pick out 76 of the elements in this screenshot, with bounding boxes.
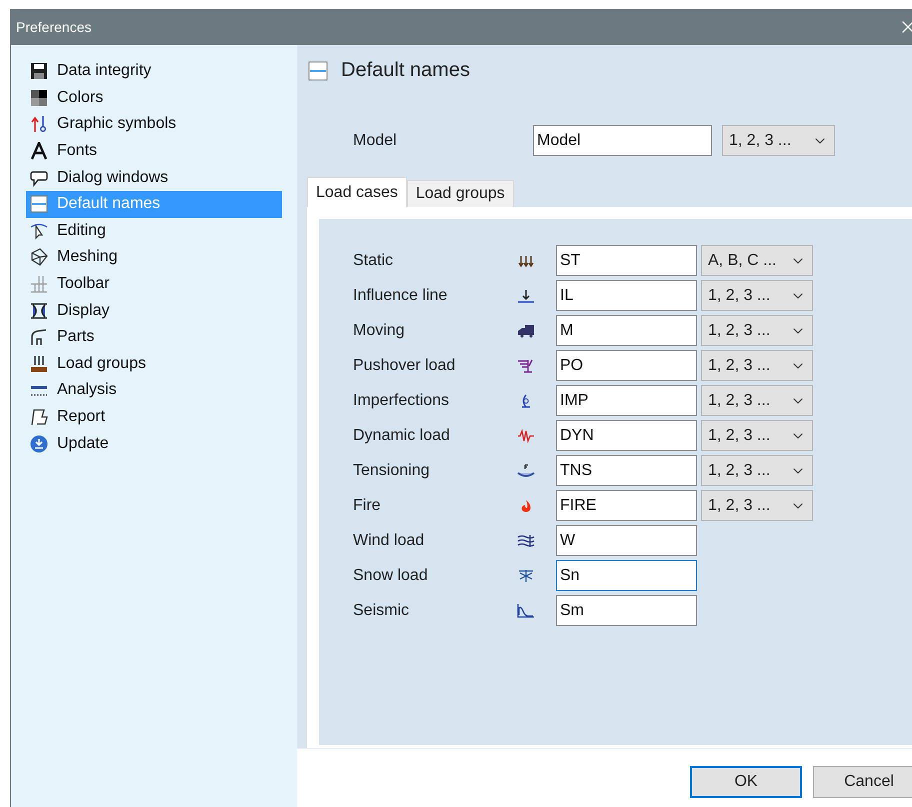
numbering-dropdown[interactable]: 1, 2, 3 ... [701,280,813,312]
input-field[interactable]: Sm [556,595,697,626]
flag-icon [30,408,48,426]
tab[interactable]: Load groups [406,180,514,208]
sidebar-item[interactable]: Load groups [26,350,282,378]
numbering-dropdown[interactable]: 1, 2, 3 ... [701,350,813,382]
field-label: Influence line [353,286,448,305]
input-field[interactable]: Model [533,125,712,156]
field-label: Static [353,252,394,270]
input-field[interactable]: Sn [556,560,697,592]
sidebar-item[interactable]: Data integrity [26,58,282,85]
field-label: Wind load [353,532,426,550]
numbering-dropdown[interactable]: 1, 2, 3 ... [701,385,813,416]
numbering-dropdown[interactable]: 1, 2, 3 ... [701,420,813,452]
input-field[interactable]: IMP [556,385,697,416]
speech-bubble-icon [30,168,48,187]
sidebar-item[interactable]: Graphic symbols [26,111,282,138]
wave-icon [517,428,535,443]
field-label: Pushover load [353,356,456,375]
sidebar-item[interactable]: Fonts [26,138,282,164]
numbering-dropdown[interactable]: 1, 2, 3 ... [701,315,813,346]
input-field[interactable]: FIRE [556,490,697,522]
field-label: Dynamic load [353,426,451,445]
numbering-dropdown[interactable]: 1, 2, 3 ... [701,490,813,522]
pushover-icon [517,358,535,373]
seismic-graph-icon [517,604,535,618]
load-arrows-icon [517,254,535,268]
frame-icon [30,328,48,346]
input-field[interactable]: DYN [556,420,697,452]
field-label: Moving [353,322,406,340]
sidebar-item[interactable]: Dialog windows [26,164,282,191]
mesh-icon [30,248,48,266]
numbering-dropdown[interactable]: A, B, C ... [701,245,813,276]
list-window-icon [30,195,48,214]
beam-icon [30,302,48,320]
panel-title: Default names [341,59,470,82]
snowflake-icon [517,568,535,583]
field-label: Model [353,132,398,150]
wind-icon [517,534,535,548]
field-label: Imperfections [353,392,450,410]
ok-button[interactable]: OK [690,766,802,798]
cursor-arc-icon [30,222,48,240]
sidebar-item[interactable]: Display [26,297,282,324]
sidebar-item[interactable]: Report [26,404,282,430]
color-squares-icon [30,88,48,107]
input-field[interactable]: TNS [556,455,697,486]
input-field[interactable]: M [556,315,697,346]
input-field[interactable]: PO [556,350,697,382]
tab[interactable]: Load cases [307,177,407,208]
field-label: Fire [353,496,382,515]
input-field[interactable]: W [556,525,697,556]
field-label: Snow load [353,566,429,585]
window-title: Preferences [16,19,92,35]
grid-icon [30,275,48,294]
cancel-button[interactable]: Cancel [813,766,912,798]
sidebar-item[interactable]: Update [26,430,282,457]
arrows-icon [30,115,48,134]
input-field[interactable]: ST [556,245,697,276]
field-label: Seismic [353,602,410,620]
sidebar-item[interactable]: Parts [26,324,282,351]
sidebar-item[interactable]: Meshing [26,244,282,271]
sidebar-item[interactable]: Colors [26,84,282,112]
field-label: Tensioning [353,462,430,480]
sidebar-item[interactable]: Analysis [26,377,282,404]
truck-icon [517,324,535,338]
letter-icon [30,142,48,160]
load-arrows-icon [30,354,48,373]
numbering-dropdown[interactable]: 1, 2, 3 ... [722,125,835,156]
sidebar-item[interactable]: Editing [26,218,282,244]
anchor-force-icon [517,464,535,478]
sidebar-item[interactable]: Toolbar [26,270,282,298]
download-icon [30,434,48,453]
input-field[interactable]: IL [556,280,697,312]
down-arrow-icon [517,288,535,303]
numbering-dropdown[interactable]: 1, 2, 3 ... [701,455,813,486]
list-window-icon [308,60,328,81]
